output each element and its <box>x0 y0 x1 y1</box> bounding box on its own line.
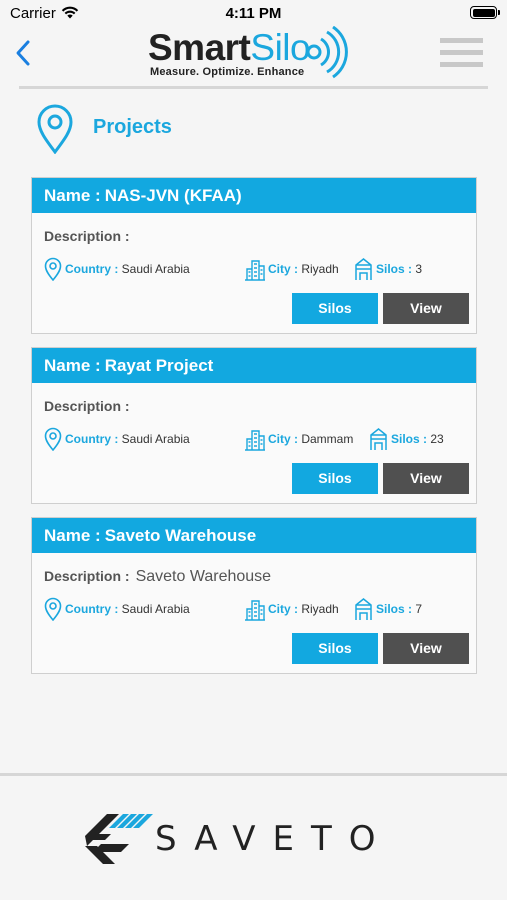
city-buildings-icon <box>245 430 265 451</box>
page-title: Projects <box>93 116 172 138</box>
battery-icon <box>470 6 500 19</box>
smartsilo-logo: SmartSilo Measure. Optimize. Enhance <box>148 26 348 82</box>
country-label: Country : <box>65 602 119 616</box>
silos-button[interactable]: Silos <box>292 633 378 664</box>
project-name-header: Name : Saveto Warehouse <box>32 518 476 553</box>
view-button[interactable]: View <box>383 463 469 494</box>
city-buildings-icon <box>245 600 265 621</box>
silos-label: Silos : <box>376 602 413 616</box>
city-value: Riyadh <box>301 262 339 276</box>
project-card: Name : Saveto Warehouse Description : Save… <box>31 517 477 674</box>
city-value: Riyadh <box>301 602 339 616</box>
country-label: Country : <box>65 262 119 276</box>
city-buildings-icon <box>245 260 265 281</box>
name-label: Name : <box>44 356 101 375</box>
silos-count: 3 <box>415 262 423 276</box>
chevron-left-icon <box>16 40 30 66</box>
logo-tagline: Measure. Optimize. Enhance <box>150 66 305 78</box>
logo-smart-text: Smart <box>148 27 251 68</box>
silos-count: 7 <box>415 602 423 616</box>
logo-silo-text: Silo <box>250 27 311 68</box>
city-label: City : <box>268 262 298 276</box>
silo-icon <box>355 598 372 620</box>
silo-icon <box>355 258 372 280</box>
silos-button[interactable]: Silos <box>292 463 378 494</box>
hamburger-menu-button[interactable] <box>440 38 483 68</box>
country-value: Saudi Arabia <box>121 602 190 616</box>
saveto-mark-icon: SAVETO <box>85 814 393 864</box>
project-meta: Country : Saudi Arabia City : Riyadh Sil… <box>44 597 474 623</box>
project-name: Saveto Warehouse <box>104 526 257 545</box>
country-value: Saudi Arabia <box>121 432 190 446</box>
project-meta: Country : Saudi Arabia City : Dammam Sil… <box>44 427 474 453</box>
app-header: SmartSilo Measure. Optimize. Enhance <box>0 26 507 82</box>
project-name: Rayat Project <box>104 356 214 375</box>
saveto-logo: SAVETO <box>83 812 428 864</box>
location-pin-icon <box>44 257 62 281</box>
project-card: Name : NAS-JVN (KFAA) Description : Count… <box>31 177 477 334</box>
view-button[interactable]: View <box>383 293 469 324</box>
city-value: Dammam <box>301 432 354 446</box>
project-name-header: Name : Rayat Project <box>32 348 476 383</box>
silo-icon <box>370 428 387 450</box>
header-divider <box>19 86 488 89</box>
signal-waves-icon <box>306 26 348 79</box>
project-name-header: Name : NAS-JVN (KFAA) <box>32 178 476 213</box>
location-pin-icon <box>44 427 62 451</box>
project-card: Name : Rayat Project Description : Countr… <box>31 347 477 504</box>
city-label: City : <box>268 602 298 616</box>
description-row: Description : <box>44 398 136 416</box>
project-meta: Country : Saudi Arabia City : Riyadh Sil… <box>44 257 474 283</box>
description-value: Saveto Warehouse <box>135 568 272 585</box>
name-label: Name : <box>44 526 101 545</box>
silos-label: Silos : <box>376 262 413 276</box>
footer-brand-text: SAVETO <box>155 819 393 859</box>
city-label: City : <box>268 432 298 446</box>
silos-button[interactable]: Silos <box>292 293 378 324</box>
country-label: Country : <box>65 432 119 446</box>
project-name: NAS-JVN (KFAA) <box>104 186 242 205</box>
status-bar: Carrier 4:11 PM <box>0 0 507 26</box>
country-value: Saudi Arabia <box>121 262 190 276</box>
description-label: Description : <box>44 568 130 584</box>
description-label: Description : <box>44 398 130 414</box>
description-row: Description : <box>44 228 136 246</box>
description-label: Description : <box>44 228 130 244</box>
location-pin-icon <box>37 104 73 154</box>
view-button[interactable]: View <box>383 633 469 664</box>
back-button[interactable] <box>12 38 36 68</box>
footer-divider <box>0 773 507 776</box>
silos-count: 23 <box>430 432 444 446</box>
silos-label: Silos : <box>391 432 428 446</box>
name-label: Name : <box>44 186 101 205</box>
description-row: Description : Saveto Warehouse <box>44 568 271 586</box>
location-pin-icon <box>44 597 62 621</box>
clock: 4:11 PM <box>225 5 282 22</box>
